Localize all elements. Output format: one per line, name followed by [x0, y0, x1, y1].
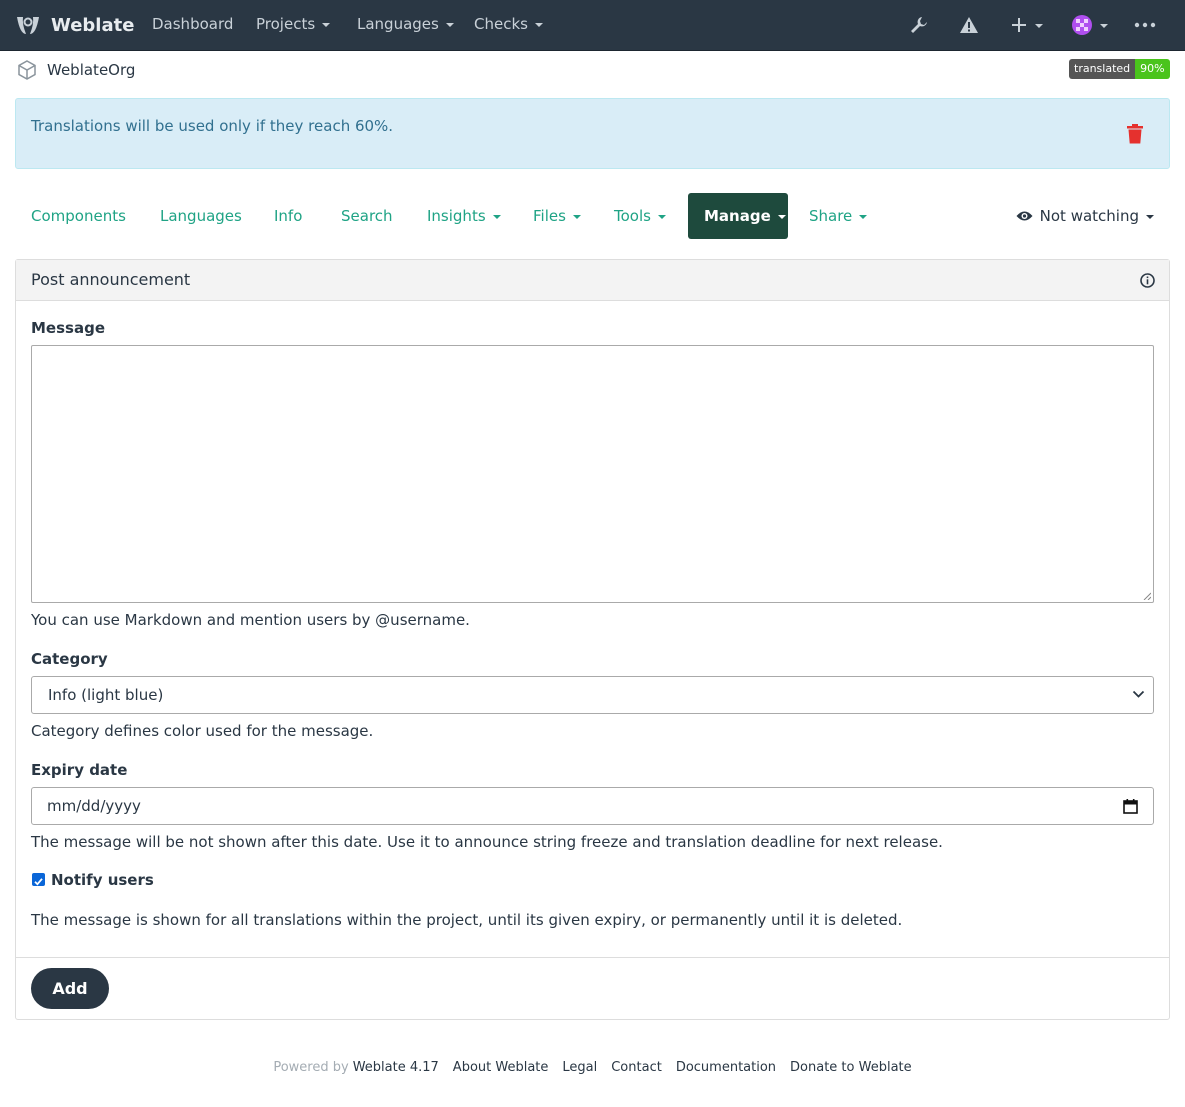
footer-link-documentation[interactable]: Documentation [676, 1060, 776, 1078]
nav-dashboard-label: Dashboard [152, 15, 234, 33]
calendar-icon[interactable] [1123, 798, 1138, 814]
footer-link-version[interactable]: Weblate 4.17 [353, 1060, 439, 1078]
alert-text: Translations will be used only if they r… [31, 117, 394, 135]
expiry-help: The message will be not shown after this… [31, 833, 943, 851]
eye-icon [1016, 211, 1033, 221]
tab-label: Info [274, 207, 303, 225]
caret-down-icon [1146, 215, 1154, 219]
nav-dashboard[interactable]: Dashboard [152, 15, 233, 33]
breadcrumb: WeblateOrg [16, 58, 135, 82]
tab-components[interactable]: Components [15, 193, 142, 239]
caret-down-icon [445, 23, 454, 27]
powered-by-text: Powered by [273, 1060, 349, 1075]
user-menu[interactable] [1071, 13, 1108, 37]
nav-projects-label: Projects [256, 15, 316, 33]
wrench-icon[interactable] [908, 13, 930, 37]
nav-languages-label: Languages [357, 15, 439, 33]
caret-down-icon [572, 215, 581, 219]
tab-label: Insights [427, 207, 486, 225]
avatar [1072, 15, 1092, 35]
category-help: Category defines color used for the mess… [31, 722, 374, 740]
tab-search[interactable]: Search [325, 193, 409, 239]
more-icon[interactable] [1134, 13, 1156, 37]
project-link[interactable]: WeblateOrg [47, 61, 135, 79]
tab-info[interactable]: Info [258, 193, 318, 239]
checkmark-icon [34, 878, 43, 886]
badge-value: 90% [1135, 59, 1170, 79]
tab-label: Manage [704, 207, 771, 225]
panel-footer: Add [16, 957, 1169, 1019]
caret-down-icon [1035, 24, 1043, 28]
resize-grip-icon[interactable] [1143, 592, 1151, 600]
footer-link-legal[interactable]: Legal [562, 1060, 597, 1078]
caret-down-icon [777, 215, 786, 219]
tab-languages[interactable]: Languages [144, 193, 258, 239]
tab-label: Tools [614, 207, 651, 225]
footer-link-about[interactable]: About Weblate [453, 1060, 549, 1078]
project-cube-icon [18, 60, 36, 80]
tab-tools[interactable]: Tools [598, 193, 682, 239]
tab-files[interactable]: Files [517, 193, 597, 239]
notify-users-checkbox[interactable] [32, 873, 45, 886]
tab-label: Languages [160, 207, 242, 225]
translation-status-badge[interactable]: translated 90% [1069, 59, 1170, 79]
caret-down-icon [492, 215, 501, 219]
expiry-label: Expiry date [31, 761, 128, 779]
plus-icon [1012, 18, 1026, 32]
expiry-placeholder: mm/dd/yyyy [47, 797, 141, 815]
caret-down-icon [534, 23, 543, 27]
footer-link-donate[interactable]: Donate to Weblate [790, 1060, 912, 1078]
add-menu[interactable] [1010, 13, 1043, 37]
nav-checks-label: Checks [474, 15, 528, 33]
notify-users-label[interactable]: Notify users [51, 871, 154, 889]
tab-label: Files [533, 207, 566, 225]
nav-checks[interactable]: Checks [474, 15, 543, 33]
project-tabs: Components Languages Info Search Insight… [15, 193, 1170, 239]
tab-share[interactable]: Share [793, 193, 883, 239]
nav-projects[interactable]: Projects [256, 15, 331, 33]
category-select[interactable]: Info (light blue) [31, 676, 1154, 714]
scope-help: The message is shown for all translation… [31, 911, 903, 929]
footer-link-contact[interactable]: Contact [611, 1060, 662, 1078]
panel-heading: Post announcement [16, 260, 1169, 301]
nav-languages[interactable]: Languages [357, 15, 454, 33]
tab-label: Components [31, 207, 126, 225]
caret-down-icon [1100, 24, 1108, 28]
message-help: You can use Markdown and mention users b… [31, 611, 470, 629]
brand-name: Weblate [51, 14, 135, 36]
tab-manage[interactable]: Manage [688, 193, 788, 239]
brand-link[interactable]: Weblate [14, 12, 134, 38]
expiry-date-input[interactable]: mm/dd/yyyy [31, 787, 1154, 825]
badge-label: translated [1069, 59, 1136, 79]
message-label: Message [31, 319, 105, 337]
warning-icon[interactable] [958, 13, 980, 37]
post-announcement-panel: Post announcement Message You can use Ma… [15, 259, 1170, 1020]
announcement-alert: Translations will be used only if they r… [15, 98, 1170, 169]
caret-down-icon [859, 215, 868, 219]
tab-label: Search [341, 207, 393, 225]
panel-title: Post announcement [31, 270, 191, 289]
watch-dropdown[interactable]: Not watching [1016, 193, 1154, 239]
category-label: Category [31, 650, 108, 668]
info-icon[interactable] [1140, 273, 1155, 288]
caret-down-icon [322, 23, 331, 27]
tab-insights[interactable]: Insights [411, 193, 517, 239]
add-button[interactable]: Add [31, 968, 109, 1009]
top-navbar: Weblate Dashboard Projects Languages Che… [0, 0, 1185, 51]
page-footer: Powered by Weblate 4.17 About Weblate Le… [0, 1060, 1185, 1078]
message-textarea[interactable] [31, 345, 1154, 603]
weblate-logo-icon [17, 17, 39, 34]
trash-icon[interactable] [1126, 124, 1144, 144]
caret-down-icon [657, 215, 666, 219]
category-selected-value: Info (light blue) [48, 686, 164, 704]
tab-label: Share [809, 207, 853, 225]
chevron-down-icon [1132, 690, 1145, 698]
watch-label: Not watching [1039, 207, 1139, 225]
